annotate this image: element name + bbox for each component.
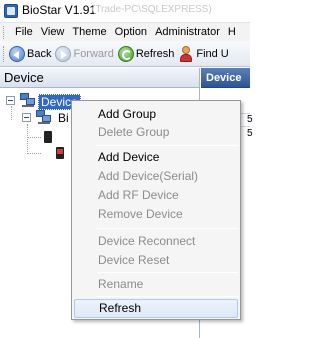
detail-cell[interactable]: 5 — [247, 128, 253, 139]
menu-item-delete-group[interactable]: Delete Group — [74, 123, 238, 142]
network-group-icon — [20, 93, 36, 107]
find-user-button-label: Find U — [196, 47, 229, 60]
tree-connector — [27, 137, 41, 138]
network-group-icon — [36, 110, 52, 124]
menu-item-add-rf-device[interactable]: Add RF Device — [74, 186, 238, 205]
refresh-button[interactable]: Refresh — [117, 45, 175, 62]
device-panel-header: Device — [0, 68, 199, 88]
forward-arrow-icon — [55, 45, 72, 62]
forward-button[interactable]: Forward — [55, 45, 114, 62]
tree-connector — [11, 106, 12, 120]
menu-item-add-device-serial[interactable]: Add Device(Serial) — [74, 167, 238, 186]
refresh-icon — [117, 45, 134, 62]
tree-collapse-toggle[interactable] — [22, 113, 31, 122]
title-bar: BioStar V1.91 (Trade-PC\SQLEXPRESS) — [0, 0, 250, 22]
menubar-grip[interactable] — [3, 25, 6, 39]
menu-separator — [97, 145, 238, 146]
detail-cell[interactable]: 5 — [247, 114, 253, 125]
user-search-icon — [178, 45, 194, 62]
back-arrow-icon — [9, 45, 25, 62]
menu-bar: File View Theme Option Administrator H — [0, 22, 250, 41]
menu-separator — [97, 296, 238, 297]
menu-item-refresh[interactable]: Refresh — [74, 299, 238, 318]
menu-administrator[interactable]: Administrator — [151, 26, 224, 38]
device-icon-red[interactable] — [56, 147, 64, 159]
menu-item-rename[interactable]: Rename — [74, 275, 238, 294]
menu-theme[interactable]: Theme — [68, 26, 110, 38]
refresh-button-label: Refresh — [135, 47, 175, 60]
menu-item-remove-device[interactable]: Remove Device — [74, 205, 238, 224]
menu-item-add-device[interactable]: Add Device — [74, 148, 238, 167]
tree-node-biostation[interactable]: Bi — [58, 111, 69, 125]
toolbar-grip[interactable] — [3, 45, 6, 62]
back-button[interactable]: Back — [9, 45, 52, 62]
toolbar: Back Forward Refresh Find U — [0, 41, 250, 67]
menu-item-device-reset[interactable]: Device Reset — [74, 251, 238, 270]
menu-item-device-reconnect[interactable]: Device Reconnect — [74, 232, 238, 251]
menu-item-add-group[interactable]: Add Group — [74, 105, 238, 124]
tree-connector — [27, 124, 28, 154]
menu-separator — [97, 272, 238, 273]
device-icon[interactable] — [44, 131, 52, 143]
tree-collapse-toggle[interactable] — [6, 96, 15, 105]
biostar-app-icon — [4, 4, 18, 18]
tree-connector — [27, 153, 41, 154]
find-user-button[interactable]: Find U — [178, 45, 229, 62]
context-menu: Add Group Delete Group Add Device Add De… — [71, 100, 241, 320]
back-button-label: Back — [27, 47, 52, 60]
forward-button-label: Forward — [73, 47, 114, 60]
menu-option[interactable]: Option — [111, 26, 151, 38]
device-detail-header: Device — [201, 68, 250, 88]
menu-file[interactable]: File — [11, 26, 37, 38]
menu-view[interactable]: View — [37, 26, 69, 38]
window-title: BioStar V1.91 — [22, 3, 97, 17]
menu-separator — [97, 228, 238, 229]
window-title-server: (Trade-PC\SQLEXPRESS) — [92, 4, 212, 15]
menu-help[interactable]: H — [224, 26, 240, 38]
